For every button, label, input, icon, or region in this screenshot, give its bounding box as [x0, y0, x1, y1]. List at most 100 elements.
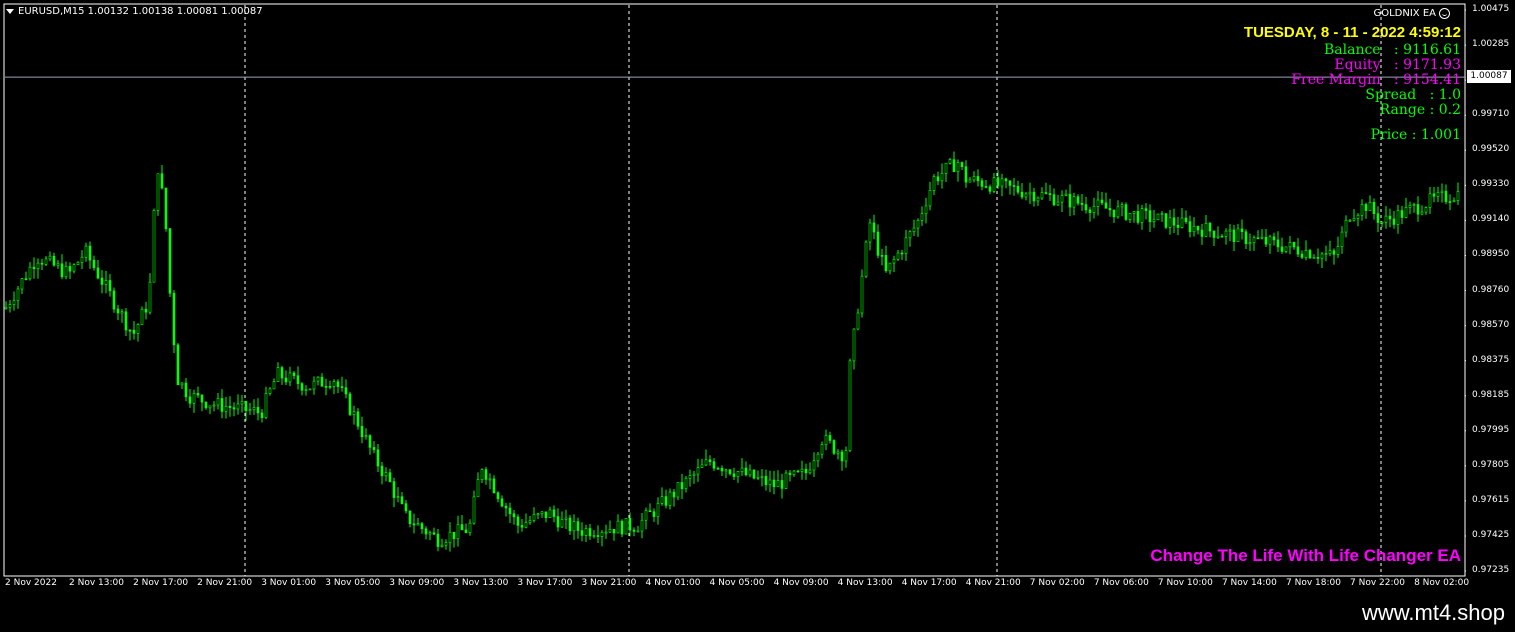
- candle-body: [196, 392, 200, 396]
- candle-body: [4, 306, 8, 309]
- candle-body: [632, 529, 636, 532]
- candle-body: [100, 277, 104, 285]
- balance-label: Balance : 9116.61: [1323, 42, 1461, 58]
- candle-body: [752, 469, 756, 479]
- candle-body: [1420, 211, 1424, 215]
- chart-window[interactable]: EURUSD,M15 1.00132 1.00138 1.00081 1.000…: [0, 0, 1515, 597]
- dropdown-arrow-icon[interactable]: [6, 9, 14, 14]
- candle-body: [1416, 204, 1420, 215]
- price-tick-label: 1.00475: [1472, 4, 1510, 14]
- time-tick-label: 2 Nov 2022: [5, 578, 57, 588]
- time-tick-label: 3 Nov 01:00: [261, 578, 317, 588]
- candle-body: [468, 522, 472, 533]
- time-tick-label: 4 Nov 05:00: [709, 578, 765, 588]
- candle-body: [396, 496, 400, 498]
- time-tick-label: 3 Nov 13:00: [453, 578, 509, 588]
- time-tick-label: 3 Nov 17:00: [517, 578, 573, 588]
- candle-body: [492, 478, 496, 494]
- candle-body: [832, 440, 836, 454]
- candle-body: [1312, 257, 1316, 259]
- candle-body: [292, 372, 296, 376]
- candle-body: [472, 496, 476, 524]
- candle-body: [876, 231, 880, 256]
- candle-body: [992, 177, 996, 192]
- candle-body: [828, 435, 832, 441]
- candle-body: [340, 386, 344, 388]
- candle-body: [336, 381, 340, 387]
- candle-body: [560, 519, 564, 528]
- candle-body: [296, 375, 300, 384]
- candle-body: [680, 482, 684, 490]
- candle-body: [836, 451, 840, 454]
- candle-body: [1160, 213, 1164, 215]
- candle-body: [952, 159, 956, 173]
- candle-body: [476, 479, 480, 498]
- candle-body: [700, 464, 704, 468]
- candle-body: [596, 535, 600, 537]
- candle-body: [964, 166, 968, 183]
- candlestick-chart[interactable]: [0, 0, 1466, 597]
- candle-body: [552, 509, 556, 517]
- candle-body: [1388, 215, 1392, 220]
- candle-body: [1324, 253, 1328, 255]
- candle-body: [692, 473, 696, 476]
- candle-body: [1300, 253, 1304, 258]
- candle-body: [496, 492, 500, 500]
- candle-body: [1136, 211, 1140, 223]
- candle-body: [1164, 213, 1168, 228]
- candle-body: [172, 292, 176, 346]
- candle-body: [1244, 231, 1248, 244]
- candle-body: [1332, 250, 1336, 255]
- time-tick-label: 2 Nov 13:00: [69, 578, 124, 588]
- candle-body: [1212, 230, 1216, 238]
- candle-body: [104, 280, 108, 285]
- candle-body: [40, 262, 44, 265]
- candle-body: [1448, 201, 1452, 203]
- candle-body: [872, 222, 876, 233]
- candle-body: [244, 401, 248, 412]
- candle-body: [840, 451, 844, 462]
- candle-body: [332, 381, 336, 387]
- candle-body: [1016, 185, 1020, 193]
- candle-body: [760, 476, 764, 478]
- ea-label[interactable]: GOLDNIX EA: [1373, 8, 1450, 19]
- watermark-text: www.mt4.shop: [1361, 600, 1505, 625]
- candle-body: [1316, 257, 1320, 259]
- candle-body: [972, 176, 976, 181]
- candle-body: [1040, 192, 1044, 199]
- candle-body: [1360, 204, 1364, 216]
- candle-body: [788, 472, 792, 475]
- candle-body: [628, 518, 632, 531]
- candle-body: [536, 513, 540, 516]
- price-tick-label: 0.99140: [1472, 214, 1510, 225]
- candle-body: [664, 496, 668, 506]
- candle-body: [264, 393, 268, 418]
- candle-body: [1128, 213, 1132, 220]
- candle-body: [556, 516, 560, 528]
- candle-body: [980, 180, 984, 187]
- candle-body: [412, 523, 416, 526]
- candle-body: [24, 278, 28, 280]
- candle-body: [644, 510, 648, 521]
- candle-body: [616, 520, 620, 534]
- candle-body: [736, 471, 740, 477]
- price-tick-label: 0.98760: [1472, 284, 1510, 295]
- time-tick-label: 7 Nov 22:00: [1350, 578, 1405, 588]
- candle-body: [1412, 204, 1416, 206]
- candle-body: [860, 275, 864, 314]
- candle-body: [404, 503, 408, 512]
- candle-body: [1080, 202, 1084, 205]
- candle-body: [1364, 204, 1368, 211]
- candle-body: [988, 186, 992, 192]
- candle-body: [1200, 229, 1204, 237]
- candle-body: [284, 377, 288, 383]
- candle-body: [984, 186, 988, 188]
- candle-body: [848, 360, 852, 451]
- free-margin-label: Free Margin : 9154.41: [1291, 72, 1461, 88]
- price-tick-label: 0.99710: [1472, 109, 1510, 120]
- candle-body: [364, 435, 368, 438]
- candle-body: [600, 532, 604, 537]
- candle-body: [188, 396, 192, 404]
- candle-body: [744, 467, 748, 476]
- price-axis[interactable]: 1.004751.002850.999000.997100.995200.993…: [1466, 0, 1515, 577]
